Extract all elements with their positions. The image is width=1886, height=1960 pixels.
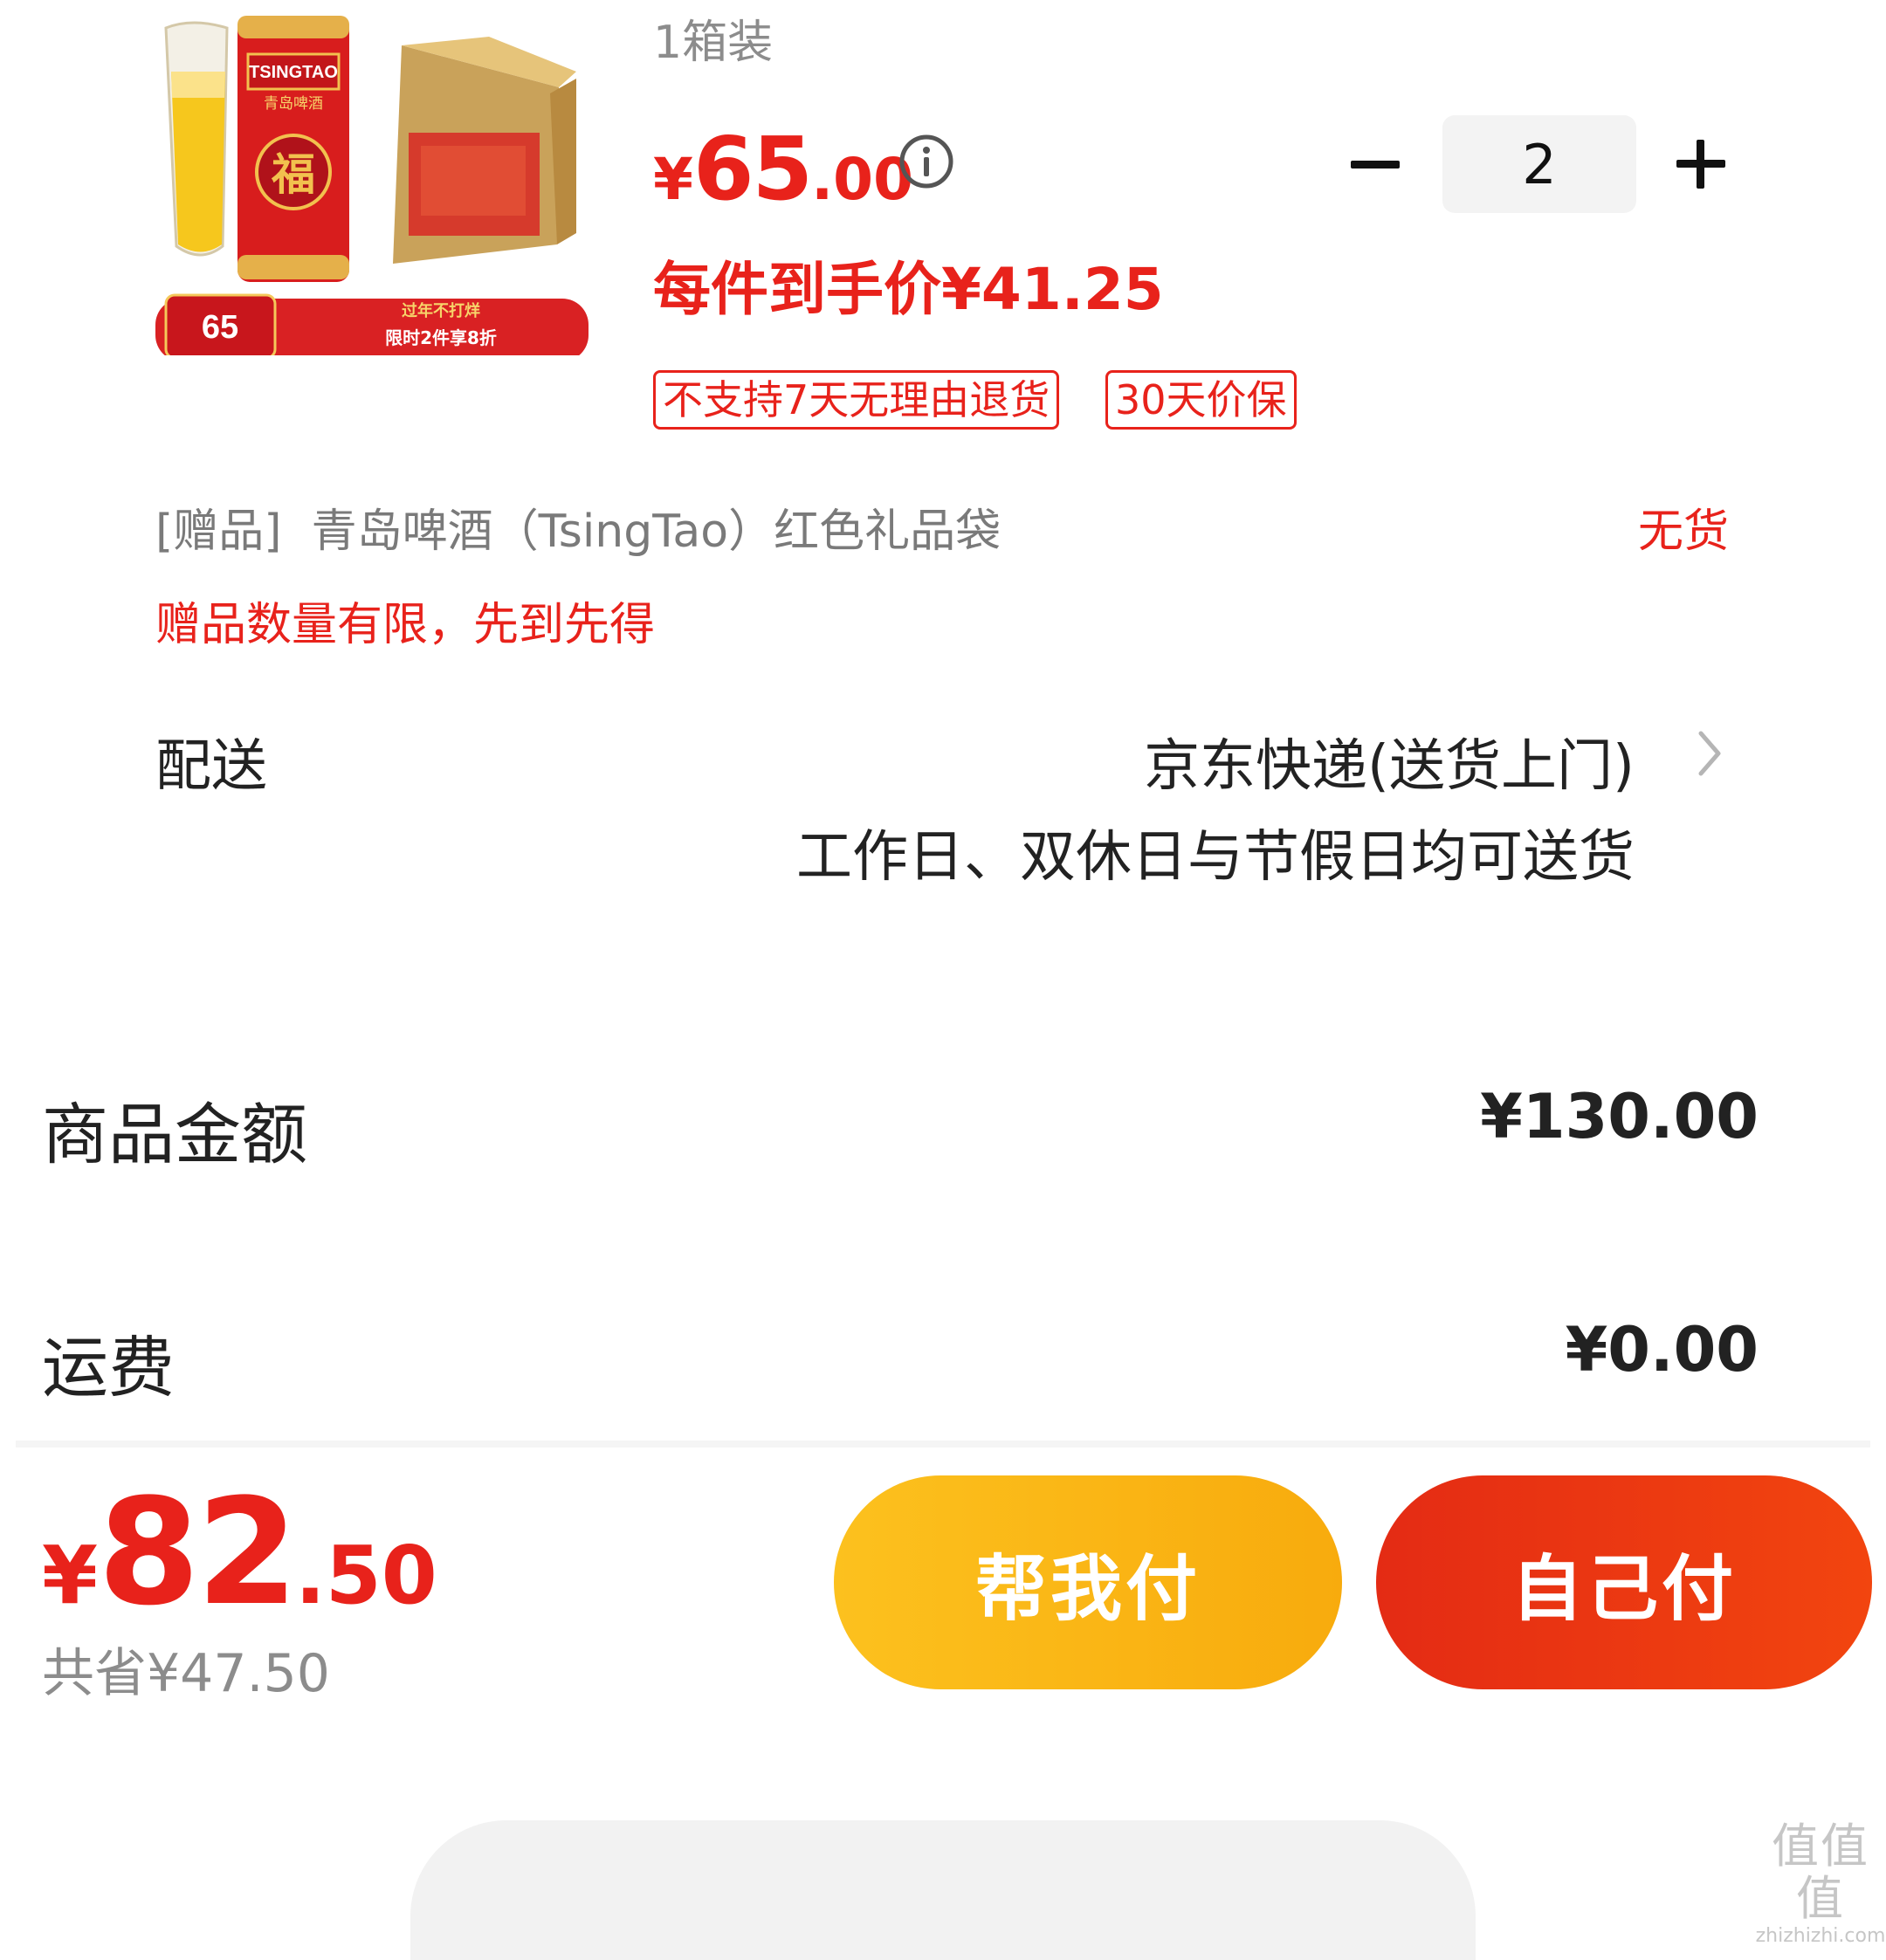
no-7day-return-tag: 不支持7天无理由退货 bbox=[653, 370, 1060, 430]
delivery-method[interactable]: 京东快递(送货上门) bbox=[1144, 721, 1635, 801]
goods-amount-value: ¥130.00 bbox=[1480, 1081, 1759, 1152]
footer-divider bbox=[16, 1441, 1870, 1448]
image-price-badge: 65 bbox=[202, 309, 238, 346]
chevron-right-icon[interactable] bbox=[1694, 723, 1725, 784]
delivery-label: 配送 bbox=[155, 734, 267, 799]
goods-amount-label: 商品金额 bbox=[42, 1096, 307, 1173]
total-currency: ¥ bbox=[42, 1529, 99, 1622]
image-promo: 限时2件享8折 bbox=[385, 327, 497, 348]
price-integer: 65 bbox=[692, 118, 813, 220]
can-brand-cn-label: 青岛啤酒 bbox=[264, 95, 323, 113]
bottom-sheet-handle bbox=[410, 1820, 1476, 1960]
watermark: 值值值 zhizhizhi.com bbox=[1755, 1820, 1886, 1948]
quantity-increase-button[interactable] bbox=[1666, 129, 1736, 199]
gift-name: 青岛啤酒（TsingTao）红色礼品袋 bbox=[311, 505, 1002, 558]
product-pack: 1箱装 bbox=[653, 17, 774, 69]
quantity-decrease-button[interactable] bbox=[1340, 129, 1410, 199]
shipping-fee-label: 运费 bbox=[42, 1329, 175, 1406]
gift-item: [赠品] 青岛啤酒（TsingTao）红色礼品袋 bbox=[155, 494, 1001, 560]
delivery-note: 工作日、双休日与节假日均可送货 bbox=[796, 825, 1635, 890]
total-decimal: .50 bbox=[294, 1529, 437, 1622]
total-integer: 82 bbox=[98, 1467, 299, 1638]
price-protection-tag: 30天价保 bbox=[1105, 370, 1297, 430]
unit-price-text: 每件到手价¥41.25 bbox=[653, 256, 1164, 323]
shipping-fee-value: ¥0.00 bbox=[1565, 1314, 1759, 1386]
price-currency: ¥ bbox=[653, 146, 693, 213]
product-price: ¥65.00 bbox=[653, 118, 913, 220]
gift-stock-status: 无货 bbox=[1638, 505, 1730, 558]
product-image[interactable]: TSINGTAO 青岛啤酒 福 65 过年不打烊 限时2件享8折 bbox=[140, 10, 602, 355]
help-me-pay-button[interactable]: 帮我付 bbox=[834, 1475, 1342, 1689]
can-brand-label: TSINGTAO bbox=[249, 63, 338, 82]
image-slogan: 过年不打烊 bbox=[402, 301, 480, 320]
watermark-logo: 值值值 bbox=[1772, 1819, 1869, 1926]
pay-myself-button[interactable]: 自己付 bbox=[1376, 1475, 1872, 1689]
info-icon[interactable] bbox=[898, 133, 955, 190]
quantity-input[interactable]: 2 bbox=[1442, 115, 1636, 213]
can-fu-label: 福 bbox=[271, 149, 315, 200]
watermark-url: zhizhizhi.com bbox=[1755, 1925, 1886, 1947]
gift-notice: 赠品数量有限，先到先得 bbox=[155, 599, 656, 651]
total-saved: 共省¥47.50 bbox=[42, 1643, 330, 1704]
total-price: ¥82.50 bbox=[42, 1467, 437, 1638]
gift-prefix: [赠品] bbox=[155, 505, 282, 558]
